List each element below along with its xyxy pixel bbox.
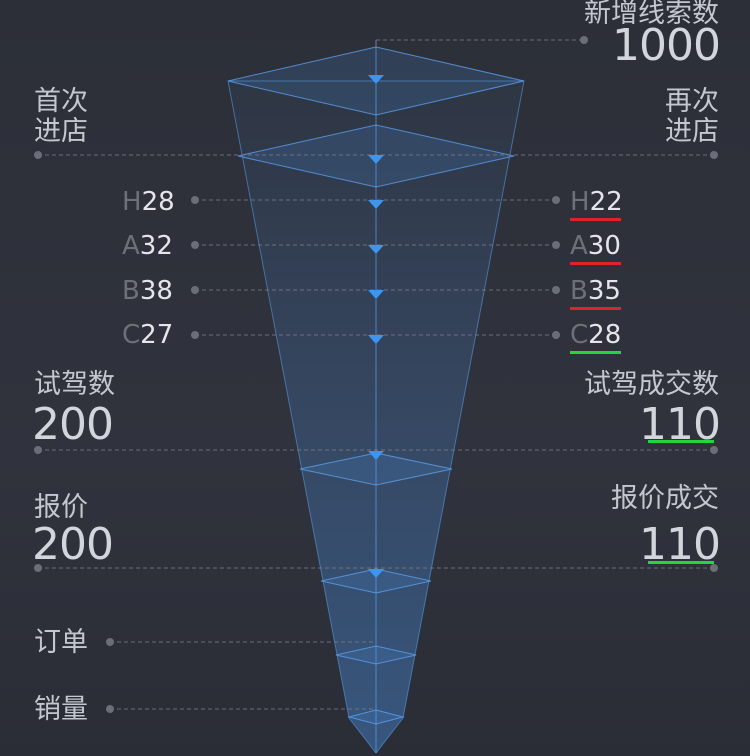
first-grade-b: B38 [122,276,173,306]
first-visit-label: 首次 进店 [34,86,88,147]
guide-a-dot-right [552,241,560,249]
guide-leads-dot-right [580,36,588,44]
guide-sales-dot-left [106,705,114,713]
guide-visit-dot-right [710,151,718,159]
guide-b-dot-right [552,286,560,294]
funnel-chart: 新增线索数 1000 首次 进店 再次 进店 H28 A32 B38 C27 H… [0,0,750,756]
return-grade-h-underline [570,218,621,221]
quote-deal-label: 报价成交 [611,483,719,514]
return-grade-h: H22 [570,187,623,217]
return-grade-c: C28 [570,320,622,350]
return-visit-label: 再次 进店 [665,86,719,147]
return-grade-b: B35 [570,276,621,306]
guide-c-dot-right [552,331,560,339]
return-grade-c-underline [570,351,621,354]
first-grade-c: C27 [122,320,174,350]
order-label: 订单 [34,627,88,658]
return-grade-a: A30 [570,231,621,261]
guide-b-dot-left [191,286,199,294]
test-drive-value: 200 [32,399,114,450]
guide-order-dot-left [106,638,114,646]
guide-h-dot-right [552,196,560,204]
first-grade-h: H28 [122,187,175,217]
guide-c-dot-left [191,331,199,339]
guide-h-dot-left [191,196,199,204]
return-grade-b-underline [570,307,621,310]
new-leads-value: 1000 [612,20,721,71]
sales-label: 销量 [34,694,88,725]
guide-a-dot-left [191,241,199,249]
test-drive-deal-underline [648,440,714,443]
guide-visit-dot-left [34,151,42,159]
quote-value: 200 [32,519,114,570]
return-grade-a-underline [570,262,621,265]
test-drive-deal-label: 试驾成交数 [584,369,719,400]
first-grade-a: A32 [122,231,173,261]
quote-label: 报价 [34,492,88,523]
test-drive-label: 试驾数 [34,369,115,400]
quote-deal-underline [648,561,714,564]
